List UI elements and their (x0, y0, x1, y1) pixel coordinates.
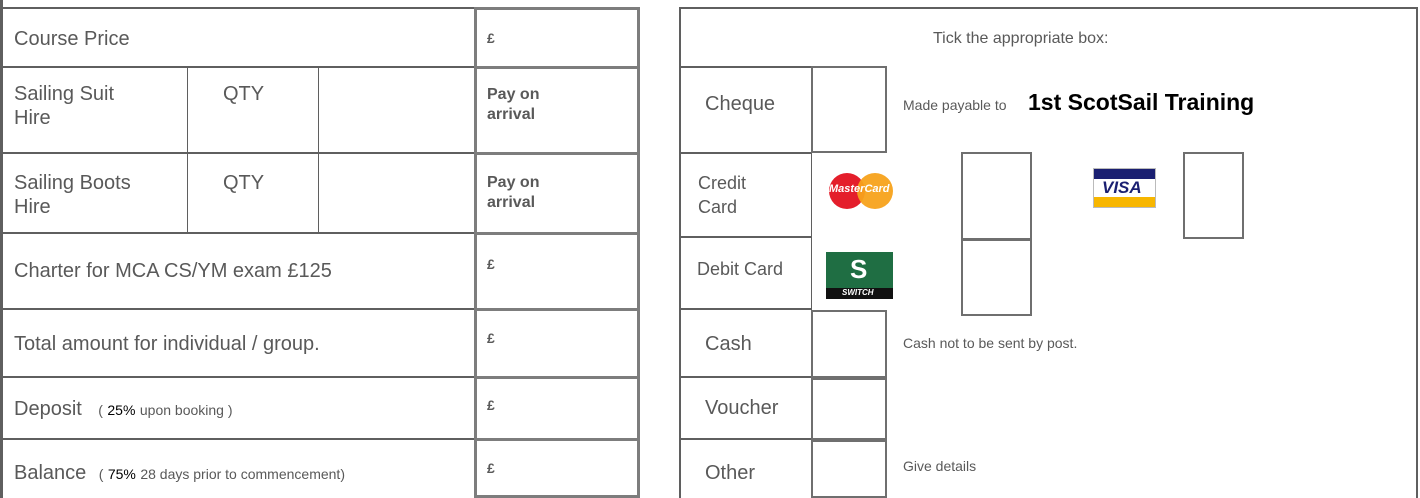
credit-card-label-1: Credit (698, 173, 747, 193)
charter-value[interactable]: £ (487, 256, 495, 272)
col-divider (318, 67, 319, 233)
mastercard-checkbox[interactable] (961, 152, 1032, 240)
col-divider (811, 152, 812, 312)
cell-divider (474, 308, 640, 311)
course-price-label: Course Price (14, 28, 130, 50)
suit-hire-label-1: Sailing Suit (14, 83, 115, 105)
balance-percent: 75% (107, 466, 136, 482)
tick-instruction: Tick the appropriate box: (933, 30, 1109, 47)
boots-pay-line1: Pay on (487, 174, 540, 191)
right-table-border (679, 7, 681, 498)
visa-text: VISA (1102, 178, 1142, 197)
voucher-label: Voucher (705, 397, 779, 419)
row-divider (679, 308, 811, 310)
row-divider (679, 438, 811, 440)
boots-hire-label-2: Hire (14, 196, 51, 218)
balance-paren: ( (98, 466, 104, 482)
switch-swirl-icon: S (850, 254, 868, 284)
deposit-value[interactable]: £ (487, 397, 495, 413)
deposit-label: Deposit (14, 398, 82, 420)
total-value[interactable]: £ (487, 330, 495, 346)
visa-logo: VISA (1093, 168, 1156, 208)
cell-divider (474, 438, 640, 441)
voucher-checkbox[interactable] (811, 378, 887, 440)
other-label: Other (705, 462, 756, 484)
boots-qty-label: QTY (223, 172, 265, 194)
balance-label: Balance (14, 462, 87, 484)
switch-checkbox[interactable] (961, 239, 1032, 316)
cell-divider (474, 152, 640, 155)
balance-value[interactable]: £ (487, 460, 495, 476)
suit-pay-line2: arrival (487, 106, 536, 123)
row-divider (679, 236, 811, 238)
balance-row-text: Balance ( 75% 28 days prior to commencem… (14, 462, 345, 485)
payee-name: 1st ScotSail Training (1028, 89, 1255, 115)
charter-label: Charter for MCA CS/YM exam £125 (14, 260, 332, 282)
row-divider (679, 152, 811, 154)
deposit-percent: 25% (107, 402, 136, 418)
cash-checkbox[interactable] (811, 310, 887, 378)
visa-checkbox[interactable] (1183, 152, 1244, 239)
credit-card-label-2: Card (698, 197, 738, 217)
right-table-border (1416, 7, 1418, 498)
deposit-paren: ( (98, 402, 103, 418)
cheque-checkbox[interactable] (811, 66, 887, 153)
cell-divider (474, 66, 640, 69)
cheque-label: Cheque (705, 93, 776, 115)
other-note: Give details (903, 458, 977, 474)
other-checkbox[interactable] (811, 440, 887, 498)
cell-divider (474, 376, 640, 379)
mastercard-text: MasterCard (829, 183, 890, 195)
switch-logo: S SWITCH (826, 252, 893, 299)
row-divider (679, 7, 1418, 9)
amount-column (474, 7, 640, 498)
balance-note: 28 days prior to commencement) (140, 466, 345, 482)
cash-label: Cash (705, 333, 752, 355)
switch-text: SWITCH (842, 288, 874, 297)
cash-note: Cash not to be sent by post. (903, 335, 1078, 351)
suit-hire-label-2: Hire (14, 107, 51, 129)
row-divider (679, 376, 811, 378)
suit-pay-line1: Pay on (487, 86, 540, 103)
total-label: Total amount for individual / group. (14, 333, 320, 355)
deposit-row-text: Deposit ( 25% upon booking ) (14, 398, 233, 421)
course-price-value[interactable]: £ (487, 30, 495, 46)
cheque-note: Made payable to (903, 97, 1007, 113)
col-divider (187, 67, 188, 233)
left-table-border (0, 0, 3, 498)
row-divider (679, 66, 811, 68)
boots-hire-label-1: Sailing Boots (14, 172, 131, 194)
suit-qty-label: QTY (223, 83, 265, 105)
deposit-note: upon booking ) (139, 402, 233, 418)
boots-pay-line2: arrival (487, 194, 536, 211)
mastercard-logo: MasterCard (827, 171, 897, 211)
cell-divider (474, 232, 640, 235)
debit-card-label: Debit Card (697, 259, 784, 279)
